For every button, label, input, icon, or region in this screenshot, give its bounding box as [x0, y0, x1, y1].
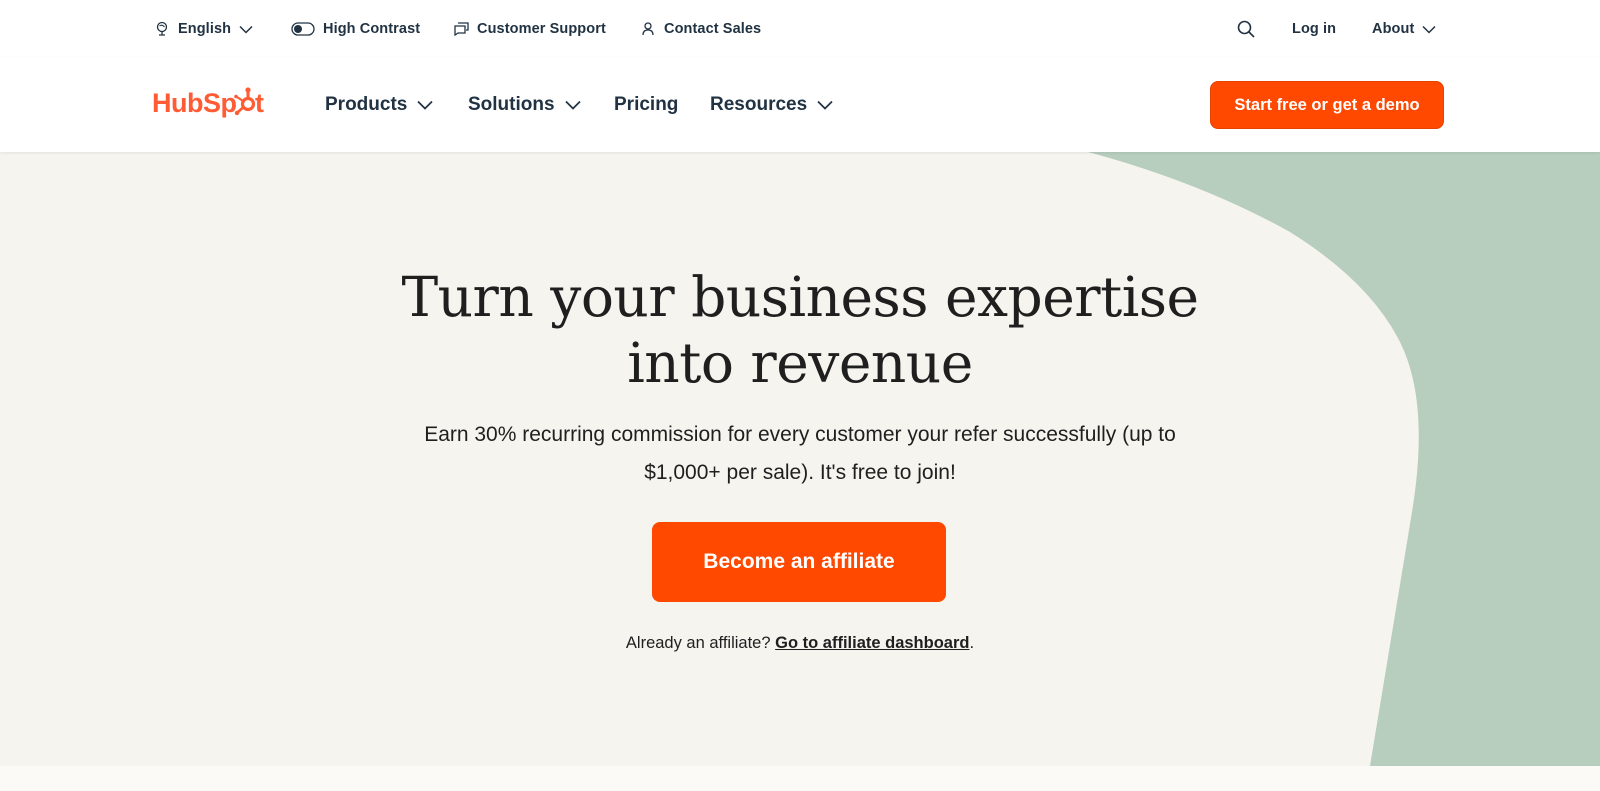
customer-support-label: Customer Support: [477, 21, 606, 37]
nav-products[interactable]: Products: [325, 92, 433, 118]
chat-icon: [453, 21, 469, 37]
hubspot-logo[interactable]: HubSp t: [152, 86, 274, 122]
nav-resources-label: Resources: [710, 94, 808, 115]
hero-title-line1: Turn your business expertise: [401, 265, 1199, 329]
svg-text:t: t: [255, 88, 264, 118]
language-label: English: [178, 21, 232, 37]
chevron-down-icon: [1422, 22, 1436, 36]
chevron-down-icon: [417, 97, 433, 113]
contact-sales-link[interactable]: Contact Sales: [640, 18, 761, 40]
login-link[interactable]: Log in: [1292, 18, 1336, 40]
start-free-demo-button[interactable]: Start free or get a demo: [1210, 81, 1444, 129]
person-icon: [640, 21, 656, 37]
affiliate-dashboard-link[interactable]: Go to affiliate dashboard: [775, 634, 969, 652]
chevron-down-icon: [817, 97, 833, 113]
high-contrast-toggle[interactable]: High Contrast: [291, 18, 420, 40]
become-affiliate-button[interactable]: Become an affiliate: [652, 522, 946, 602]
search-icon: [1237, 20, 1255, 38]
next-section-edge: [0, 766, 1600, 791]
about-menu[interactable]: About: [1372, 18, 1436, 40]
hero-section: Turn your business expertise into revenu…: [0, 152, 1600, 766]
nav-products-label: Products: [325, 94, 408, 115]
nav-pricing-label: Pricing: [614, 94, 679, 115]
already-affiliate-text: Already an affiliate?: [625, 634, 776, 652]
nav-solutions[interactable]: Solutions: [468, 92, 581, 118]
about-label: About: [1372, 21, 1415, 37]
high-contrast-label: High Contrast: [323, 21, 421, 37]
affiliate-login-prompt: Already an affiliate? Go to affiliate da…: [450, 634, 1150, 653]
chevron-down-icon: [564, 97, 581, 113]
utility-bar: English High Contrast Customer Support C…: [0, 0, 1600, 58]
customer-support-link[interactable]: Customer Support: [453, 18, 606, 40]
globe-icon: [154, 21, 170, 37]
svg-text:HubSp: HubSp: [152, 88, 237, 118]
nav-resources[interactable]: Resources: [710, 92, 833, 118]
hero-title: Turn your business expertise into revenu…: [300, 264, 1300, 396]
main-navigation: HubSp t Products Solutions Pricing Resou…: [0, 58, 1600, 152]
hero-title-line2: into revenue: [627, 331, 973, 395]
contrast-toggle-icon: [291, 21, 315, 37]
contact-sales-label: Contact Sales: [664, 21, 762, 37]
login-label: Log in: [1292, 21, 1337, 37]
language-selector[interactable]: English: [154, 18, 253, 40]
hero-subtitle: Earn 30% recurring commission for every …: [424, 423, 1176, 484]
nav-pricing[interactable]: Pricing: [614, 92, 678, 118]
search-button[interactable]: [1237, 18, 1255, 40]
nav-solutions-label: Solutions: [468, 94, 555, 115]
period-text: .: [969, 634, 975, 652]
chevron-down-icon: [239, 22, 253, 36]
